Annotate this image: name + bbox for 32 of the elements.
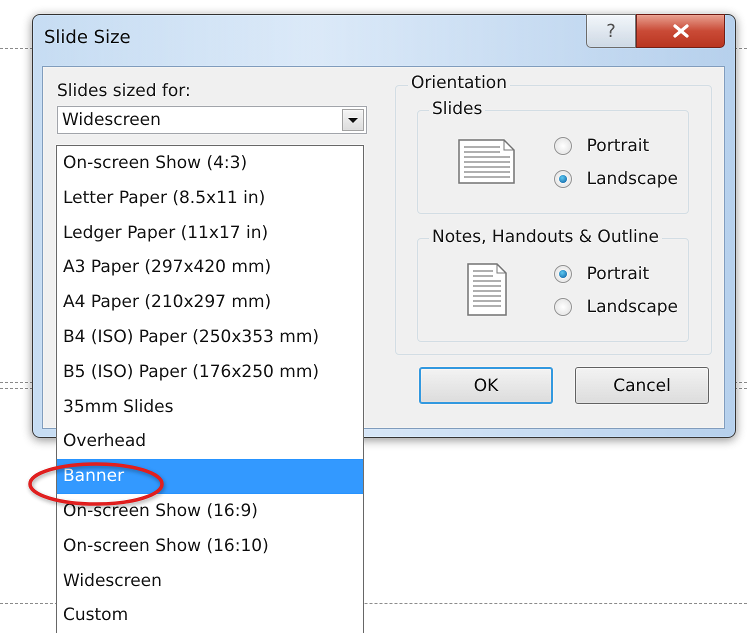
dialog-button[interactable]: OK — [419, 367, 553, 404]
dropdown-option[interactable]: Overhead — [57, 424, 363, 460]
close-button[interactable] — [636, 14, 725, 48]
dropdown-option[interactable]: Ledger Paper (11x17 in) — [57, 216, 363, 250]
radio-button[interactable] — [554, 298, 572, 316]
dropdown-option[interactable]: Widescreen — [57, 564, 363, 598]
dialog-button[interactable]: Cancel — [575, 367, 709, 404]
dropdown-option[interactable]: On-screen Show (4:3) — [57, 146, 363, 181]
dropdown-option[interactable]: A4 Paper (210x297 mm) — [57, 285, 363, 320]
radio-label[interactable]: Portrait — [586, 136, 650, 156]
dropdown-arrow-icon — [348, 118, 358, 122]
group-title: Notes, Handouts & Outline — [429, 227, 662, 247]
dropdown-option[interactable]: B5 (ISO) Paper (176x250 mm) — [57, 354, 363, 390]
radio-label[interactable]: Landscape — [586, 296, 678, 316]
dropdown-option[interactable]: On-screen Show (16:9) — [57, 494, 363, 529]
radio-label[interactable]: Landscape — [586, 168, 678, 188]
radio-button[interactable] — [554, 170, 572, 188]
close-icon — [672, 24, 688, 38]
page-icon — [458, 139, 516, 185]
dropdown-option[interactable]: Custom — [57, 598, 363, 633]
dropdown-option[interactable]: 35mm Slides — [57, 390, 363, 424]
radio-label[interactable]: Portrait — [586, 264, 650, 284]
radio-button[interactable] — [554, 264, 572, 282]
dropdown-option[interactable]: B4 (ISO) Paper (250x353 mm) — [57, 320, 363, 355]
help-button[interactable]: ? — [586, 14, 636, 48]
dropdown-option[interactable]: On-screen Show (16:10) — [57, 528, 363, 564]
window-title: Slide Size — [44, 27, 131, 48]
size-dropdown[interactable]: Widescreen — [57, 106, 367, 134]
radio-button[interactable] — [554, 136, 572, 154]
dropdown-option[interactable]: A3 Paper (297x420 mm) — [57, 250, 363, 286]
field-label: Slides sized for: — [57, 81, 192, 101]
dropdown-option[interactable]: Letter Paper (8.5x11 in) — [57, 180, 363, 216]
